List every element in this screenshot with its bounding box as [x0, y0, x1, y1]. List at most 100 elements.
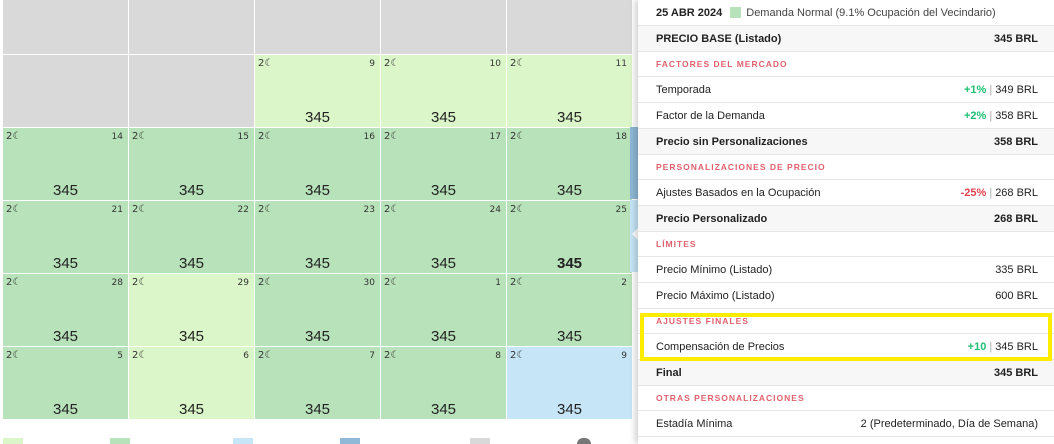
day-price: 345: [52, 182, 79, 199]
legend-swatch-gray: [470, 438, 490, 444]
calendar-day-cell[interactable]: 2☾ 10 345: [381, 55, 506, 127]
occupancy-pct: -25%: [960, 186, 987, 199]
calendar-day-cell[interactable]: 2☾ 17 345: [381, 128, 506, 200]
day-number: 5: [117, 351, 123, 361]
min-nights-label: 2☾: [132, 131, 148, 142]
limits-title: LÍMITES: [638, 232, 1054, 257]
legend-swatch-green: [110, 438, 130, 444]
max-price-value: 600 BRL: [995, 289, 1038, 302]
final-value: 345 BRL: [993, 366, 1038, 379]
price-breakdown-panel: 25 ABR 2024 Demanda Normal (9.1% Ocupaci…: [638, 0, 1054, 444]
other-customizations-title: OTRAS PERSONALIZACIONES: [638, 386, 1054, 411]
day-number: 9: [369, 59, 375, 69]
custom-price-label: Precio Personalizado: [656, 212, 768, 225]
panel-date: 25 ABR 2024: [656, 6, 723, 19]
calendar-edge-cell: [630, 127, 638, 199]
min-nights-label: 2☾: [132, 277, 148, 288]
calendar-day-cell[interactable]: 2☾ 11 345: [507, 55, 632, 127]
min-nights-label: 2☾: [258, 58, 274, 69]
demand-factor-row: Factor de la Demanda +2% | 358 BRL: [638, 103, 1054, 129]
calendar-day-cell[interactable]: 2☾ 28 345: [3, 274, 128, 346]
calendar-day-cell: [507, 0, 632, 54]
calendar-day-cell: [381, 0, 506, 54]
day-number: 7: [369, 351, 375, 361]
day-number: 18: [615, 132, 627, 142]
min-stay-label: Estadía Mínima: [656, 417, 733, 430]
day-number: 16: [363, 132, 375, 142]
calendar-day-cell[interactable]: 2☾ 1 345: [381, 274, 506, 346]
calendar-day-cell: [129, 55, 254, 127]
calendar-day-cell[interactable]: 2☾ 14 345: [3, 128, 128, 200]
min-nights-label: 2☾: [258, 131, 274, 142]
min-stay-row: Estadía Mínima 2 (Predeterminado, Día de…: [638, 411, 1054, 437]
min-nights-label: 2☾: [510, 131, 526, 142]
calendar-day-cell[interactable]: 2☾ 24 345: [381, 201, 506, 273]
calendar-day-cell[interactable]: 2☾ 2 345: [507, 274, 632, 346]
day-number: 30: [363, 278, 375, 288]
min-nights-label: 2☾: [510, 350, 526, 361]
min-nights-label: 2☾: [132, 350, 148, 361]
day-number: 22: [237, 205, 249, 215]
day-number: 2: [621, 278, 627, 288]
custom-price-value: 268 BRL: [993, 212, 1038, 225]
final-adjustments-highlight: [640, 313, 1052, 361]
calendar-day-cell: [3, 0, 128, 54]
demand-factor-pct: +2%: [964, 109, 987, 122]
demand-factor-value: 358 BRL: [995, 109, 1038, 122]
day-number: 15: [237, 132, 249, 142]
calendar-day-cell[interactable]: 2☾ 5 345: [3, 347, 128, 419]
day-number: 29: [237, 278, 249, 288]
day-price: 345: [430, 182, 457, 199]
min-nights-label: 2☾: [258, 350, 274, 361]
occupancy-label: Ajustes Basados en la Ocupación: [656, 186, 821, 199]
day-number: 10: [489, 59, 501, 69]
demand-label: Demanda Normal (9.1% Ocupación del Vecin…: [746, 6, 996, 19]
calendar-day-cell[interactable]: 2☾ 9 345: [255, 55, 380, 127]
calendar-day-cell[interactable]: 2☾ 18 345: [507, 128, 632, 200]
panel-header: 25 ABR 2024 Demanda Normal (9.1% Ocupaci…: [638, 0, 1054, 26]
no-custom-price-label: Precio sin Personalizaciones: [656, 135, 808, 148]
min-nights-label: 2☾: [6, 277, 22, 288]
legend-dot: [577, 438, 591, 444]
day-price: 345: [430, 328, 457, 345]
day-number: 14: [111, 132, 123, 142]
min-nights-label: 2☾: [6, 131, 22, 142]
base-price-row: PRECIO BASE (Listado) 345 BRL: [638, 26, 1054, 52]
occupancy-value: 268 BRL: [995, 186, 1038, 199]
customizations-title: PERSONALIZACIONES DE PRECIO: [638, 155, 1054, 180]
day-price: 345: [556, 255, 583, 272]
calendar-day-cell[interactable]: 2☾ 29 345: [129, 274, 254, 346]
min-nights-label: 2☾: [6, 350, 22, 361]
calendar-day-cell[interactable]: 2☾ 9 345: [507, 347, 632, 419]
season-label: Temporada: [656, 83, 712, 96]
calendar-day-cell[interactable]: 2☾ 7 345: [255, 347, 380, 419]
calendar-day-cell[interactable]: 2☾ 21 345: [3, 201, 128, 273]
day-price: 345: [430, 255, 457, 272]
day-price: 345: [556, 401, 583, 418]
day-price: 345: [304, 109, 331, 126]
min-nights-label: 2☾: [384, 277, 400, 288]
day-price: 345: [430, 109, 457, 126]
calendar-day-cell[interactable]: 2☾ 8 345: [381, 347, 506, 419]
calendar-day-cell[interactable]: 2☾ 22 345: [129, 201, 254, 273]
calendar-day-cell[interactable]: 2☾ 30 345: [255, 274, 380, 346]
legend-swatch-blue: [233, 438, 253, 444]
min-nights-label: 2☾: [6, 204, 22, 215]
day-price: 345: [52, 255, 79, 272]
demand-factor-label: Factor de la Demanda: [656, 109, 765, 122]
day-price: 345: [304, 328, 331, 345]
separator: |: [989, 186, 993, 199]
calendar-grid: 2☾ 9 345 2☾ 10 345 2☾ 11 345 2☾ 14 345 2☾ 15 345 2☾ 16 34…: [3, 0, 632, 419]
final-label: Final: [656, 366, 682, 379]
calendar-day-cell[interactable]: 2☾ 23 345: [255, 201, 380, 273]
final-row: Final 345 BRL: [638, 360, 1054, 386]
calendar-day-cell[interactable]: 2☾ 6 345: [129, 347, 254, 419]
calendar-day-cell[interactable]: 2☾ 25 345: [507, 201, 632, 273]
market-factors-title: FACTORES DEL MERCADO: [638, 52, 1054, 77]
calendar-day-cell[interactable]: 2☾ 15 345: [129, 128, 254, 200]
day-price: 345: [178, 401, 205, 418]
calendar-day-cell[interactable]: 2☾ 16 345: [255, 128, 380, 200]
min-nights-label: 2☾: [510, 277, 526, 288]
separator: |: [989, 83, 993, 96]
legend-swatch-dark-blue: [340, 438, 360, 444]
